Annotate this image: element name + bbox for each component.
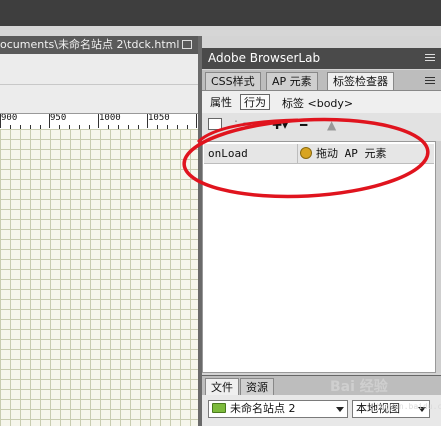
gear-icon	[300, 147, 312, 159]
site-select-value: 未命名站点 2	[230, 402, 296, 415]
files-panel-tabs: 文件 资源	[202, 375, 441, 396]
site-select[interactable]: 未命名站点 2	[208, 400, 348, 418]
watermark-url: jingyan.baidu.com	[370, 402, 441, 411]
title-bar-gap	[0, 26, 441, 36]
browserlab-panel-header[interactable]: Adobe BrowserLab	[202, 48, 441, 69]
design-canvas-grid[interactable]	[0, 129, 198, 426]
table-row[interactable]: onLoad 拖动 AP 元素	[204, 144, 434, 164]
tab-assets[interactable]: 资源	[240, 378, 274, 396]
ruler-label: 950	[50, 113, 67, 123]
tab-ap-elements[interactable]: AP 元素	[266, 72, 318, 90]
action-cell: 拖动 AP 元素	[300, 144, 387, 163]
event-cell: onLoad	[208, 147, 248, 160]
ruler-label: 1050	[148, 113, 170, 123]
vertical-scrollbar[interactable]	[436, 141, 441, 373]
ruler-label: 900	[1, 113, 18, 123]
action-label: 拖动 AP 元素	[316, 147, 387, 160]
document-tab[interactable]: ocuments\未命名站点 2\tdck.html	[0, 36, 198, 54]
behaviors-toolbar: ⋮≡ ✚▾ ━ ▲	[202, 113, 441, 142]
show-set-events-icon[interactable]	[208, 118, 222, 130]
ruler-label: 1000	[99, 113, 121, 123]
remove-behavior-icon[interactable]: ━	[300, 118, 307, 132]
restore-window-icon[interactable]	[182, 40, 192, 49]
add-behavior-icon[interactable]: ✚▾	[272, 118, 288, 132]
column-divider	[297, 144, 298, 163]
tabs-menu-icon[interactable]	[425, 77, 435, 85]
tab-files[interactable]: 文件	[205, 378, 239, 396]
show-all-events-icon[interactable]: ⋮≡	[230, 118, 252, 132]
panel-menu-icon[interactable]	[425, 54, 435, 62]
behaviors-table: onLoad 拖动 AP 元素	[202, 141, 436, 373]
ruler-major-tick	[196, 114, 197, 128]
document-toolbar	[0, 54, 198, 85]
chevron-down-icon	[336, 407, 344, 412]
panel-tabs: CSS样式 AP 元素 标签检查器	[202, 70, 441, 91]
document-info-bar	[0, 85, 198, 113]
tab-css-styles[interactable]: CSS样式	[205, 72, 261, 90]
watermark-logo: Bai 经验	[330, 379, 388, 395]
move-up-icon[interactable]: ▲	[327, 118, 336, 132]
folder-icon	[212, 403, 226, 413]
document-tab-title: ocuments\未命名站点 2\tdck.html	[0, 38, 180, 51]
inspector-subbar: 属性 行为 标签 <body>	[202, 91, 441, 113]
panel-header-title: Adobe BrowserLab	[208, 51, 321, 65]
tab-tag-inspector[interactable]: 标签检查器	[327, 72, 394, 90]
horizontal-ruler: 900 950 1000 1050	[0, 113, 198, 130]
current-tag-label: 标签 <body>	[282, 97, 354, 110]
attributes-button[interactable]: 属性	[206, 94, 236, 110]
behaviors-button[interactable]: 行为	[240, 94, 270, 110]
